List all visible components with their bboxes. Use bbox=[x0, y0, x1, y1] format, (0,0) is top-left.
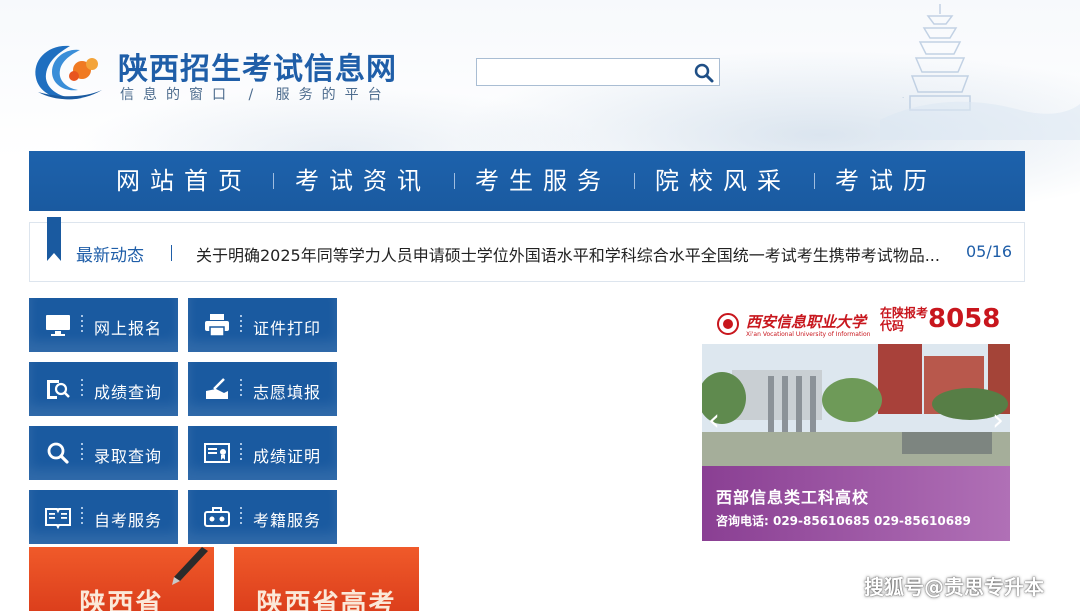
service-label: 成绩查询 bbox=[94, 383, 163, 402]
service-label: 证件打印 bbox=[253, 319, 322, 338]
bookmark-flag-icon bbox=[47, 217, 61, 261]
nav-candidate-services[interactable]: 考生服务 bbox=[475, 151, 611, 211]
dotted-divider bbox=[240, 507, 242, 527]
ticker-label: 最新动态 bbox=[76, 246, 144, 266]
dotted-divider bbox=[81, 379, 83, 399]
book-icon bbox=[45, 508, 71, 529]
carousel-next-arrow-icon[interactable]: › bbox=[992, 406, 1004, 436]
nav-divider bbox=[634, 173, 635, 189]
site-slogan: 信息的窗口 / 服务的平台 bbox=[120, 87, 391, 103]
promo-text: 陕西省 bbox=[79, 589, 164, 611]
ticker-date: 05/16 bbox=[966, 242, 1013, 261]
service-label: 考籍服务 bbox=[253, 511, 322, 530]
svg-text:·: · bbox=[902, 94, 904, 102]
printer-icon bbox=[205, 314, 229, 337]
service-exam-record-button[interactable]: 考籍服务 bbox=[188, 490, 337, 544]
nav-divider bbox=[273, 173, 274, 189]
write-hand-icon bbox=[206, 378, 228, 399]
news-ticker: 最新动态 关于明确2025年同等学力人员申请硕士学位外国语水平和学科综合水平全国… bbox=[29, 217, 1025, 282]
briefcase-icon bbox=[204, 507, 230, 527]
promo-text: 陕西省高考 bbox=[256, 589, 397, 611]
campus-photo bbox=[702, 344, 1010, 466]
service-label: 录取查询 bbox=[94, 447, 163, 466]
search-box bbox=[476, 58, 720, 86]
ad-university-name-en: Xi'an Vocational University of Informati… bbox=[746, 331, 871, 338]
promo-card-shaanxi-gaokao[interactable]: 陕西省高考 bbox=[234, 547, 419, 611]
ad-slogan: 西部信息类工科高校 bbox=[716, 488, 870, 507]
ad-phone: 咨询电话: 029-85610685 029-85610689 bbox=[716, 514, 971, 528]
nav-divider bbox=[814, 173, 815, 189]
certificate-icon bbox=[204, 443, 230, 463]
dotted-divider bbox=[240, 379, 242, 399]
service-admission-query-button[interactable]: 录取查询 bbox=[29, 426, 178, 480]
nav-college-showcase[interactable]: 院校风采 bbox=[655, 151, 791, 211]
dotted-divider bbox=[81, 315, 83, 335]
score-search-icon bbox=[47, 380, 70, 399]
site-title: 陕西招生考试信息网 bbox=[118, 52, 397, 87]
dotted-divider bbox=[81, 507, 83, 527]
nav-exam-calendar[interactable]: 考试历 bbox=[835, 151, 937, 211]
nav-exam-news[interactable]: 考试资讯 bbox=[295, 151, 431, 211]
service-id-print-button[interactable]: 证件打印 bbox=[188, 298, 337, 352]
service-label: 成绩证明 bbox=[253, 447, 322, 466]
dotted-divider bbox=[240, 315, 242, 335]
site-logo[interactable] bbox=[30, 40, 108, 106]
ad-enrollment-code: 8058 bbox=[928, 304, 1001, 334]
ad-university-name: 西安信息职业大学 bbox=[746, 313, 867, 331]
search-icon bbox=[47, 442, 69, 464]
pen-icon bbox=[172, 547, 208, 585]
monitor-icon bbox=[46, 315, 70, 336]
search-icon[interactable] bbox=[693, 62, 715, 84]
carousel-prev-arrow-icon[interactable]: ‹ bbox=[708, 406, 720, 436]
sohu-watermark: 搜狐号@贵思专升本 bbox=[864, 575, 1044, 599]
nav-divider bbox=[454, 173, 455, 189]
service-application-filling-button[interactable]: 志愿填报 bbox=[188, 362, 337, 416]
service-score-query-button[interactable]: 成绩查询 bbox=[29, 362, 178, 416]
main-nav: 网站首页 考试资讯 考生服务 院校风采 考试历 bbox=[29, 151, 1025, 211]
university-emblem-icon bbox=[717, 313, 739, 335]
service-self-study-exam-button[interactable]: 自考服务 bbox=[29, 490, 178, 544]
pagoda-illustration: · bbox=[880, 4, 1080, 140]
service-score-certificate-button[interactable]: 成绩证明 bbox=[188, 426, 337, 480]
ticker-headline-link[interactable]: 关于明确2025年同等学力人员申请硕士学位外国语水平和学科综合水平全国统一考试考… bbox=[196, 242, 961, 266]
university-ad-carousel[interactable]: 西安信息职业大学 Xi'an Vocational University of … bbox=[702, 298, 1010, 541]
ticker-divider bbox=[171, 245, 172, 261]
search-input[interactable] bbox=[479, 61, 693, 85]
service-label: 网上报名 bbox=[94, 319, 163, 338]
service-label: 自考服务 bbox=[94, 511, 163, 530]
service-label: 志愿填报 bbox=[253, 383, 322, 402]
dotted-divider bbox=[240, 443, 242, 463]
dotted-divider bbox=[81, 443, 83, 463]
service-online-registration-button[interactable]: 网上报名 bbox=[29, 298, 178, 352]
nav-home[interactable]: 网站首页 bbox=[116, 151, 252, 211]
ad-code-label: 在陕报考代码 bbox=[880, 306, 929, 333]
